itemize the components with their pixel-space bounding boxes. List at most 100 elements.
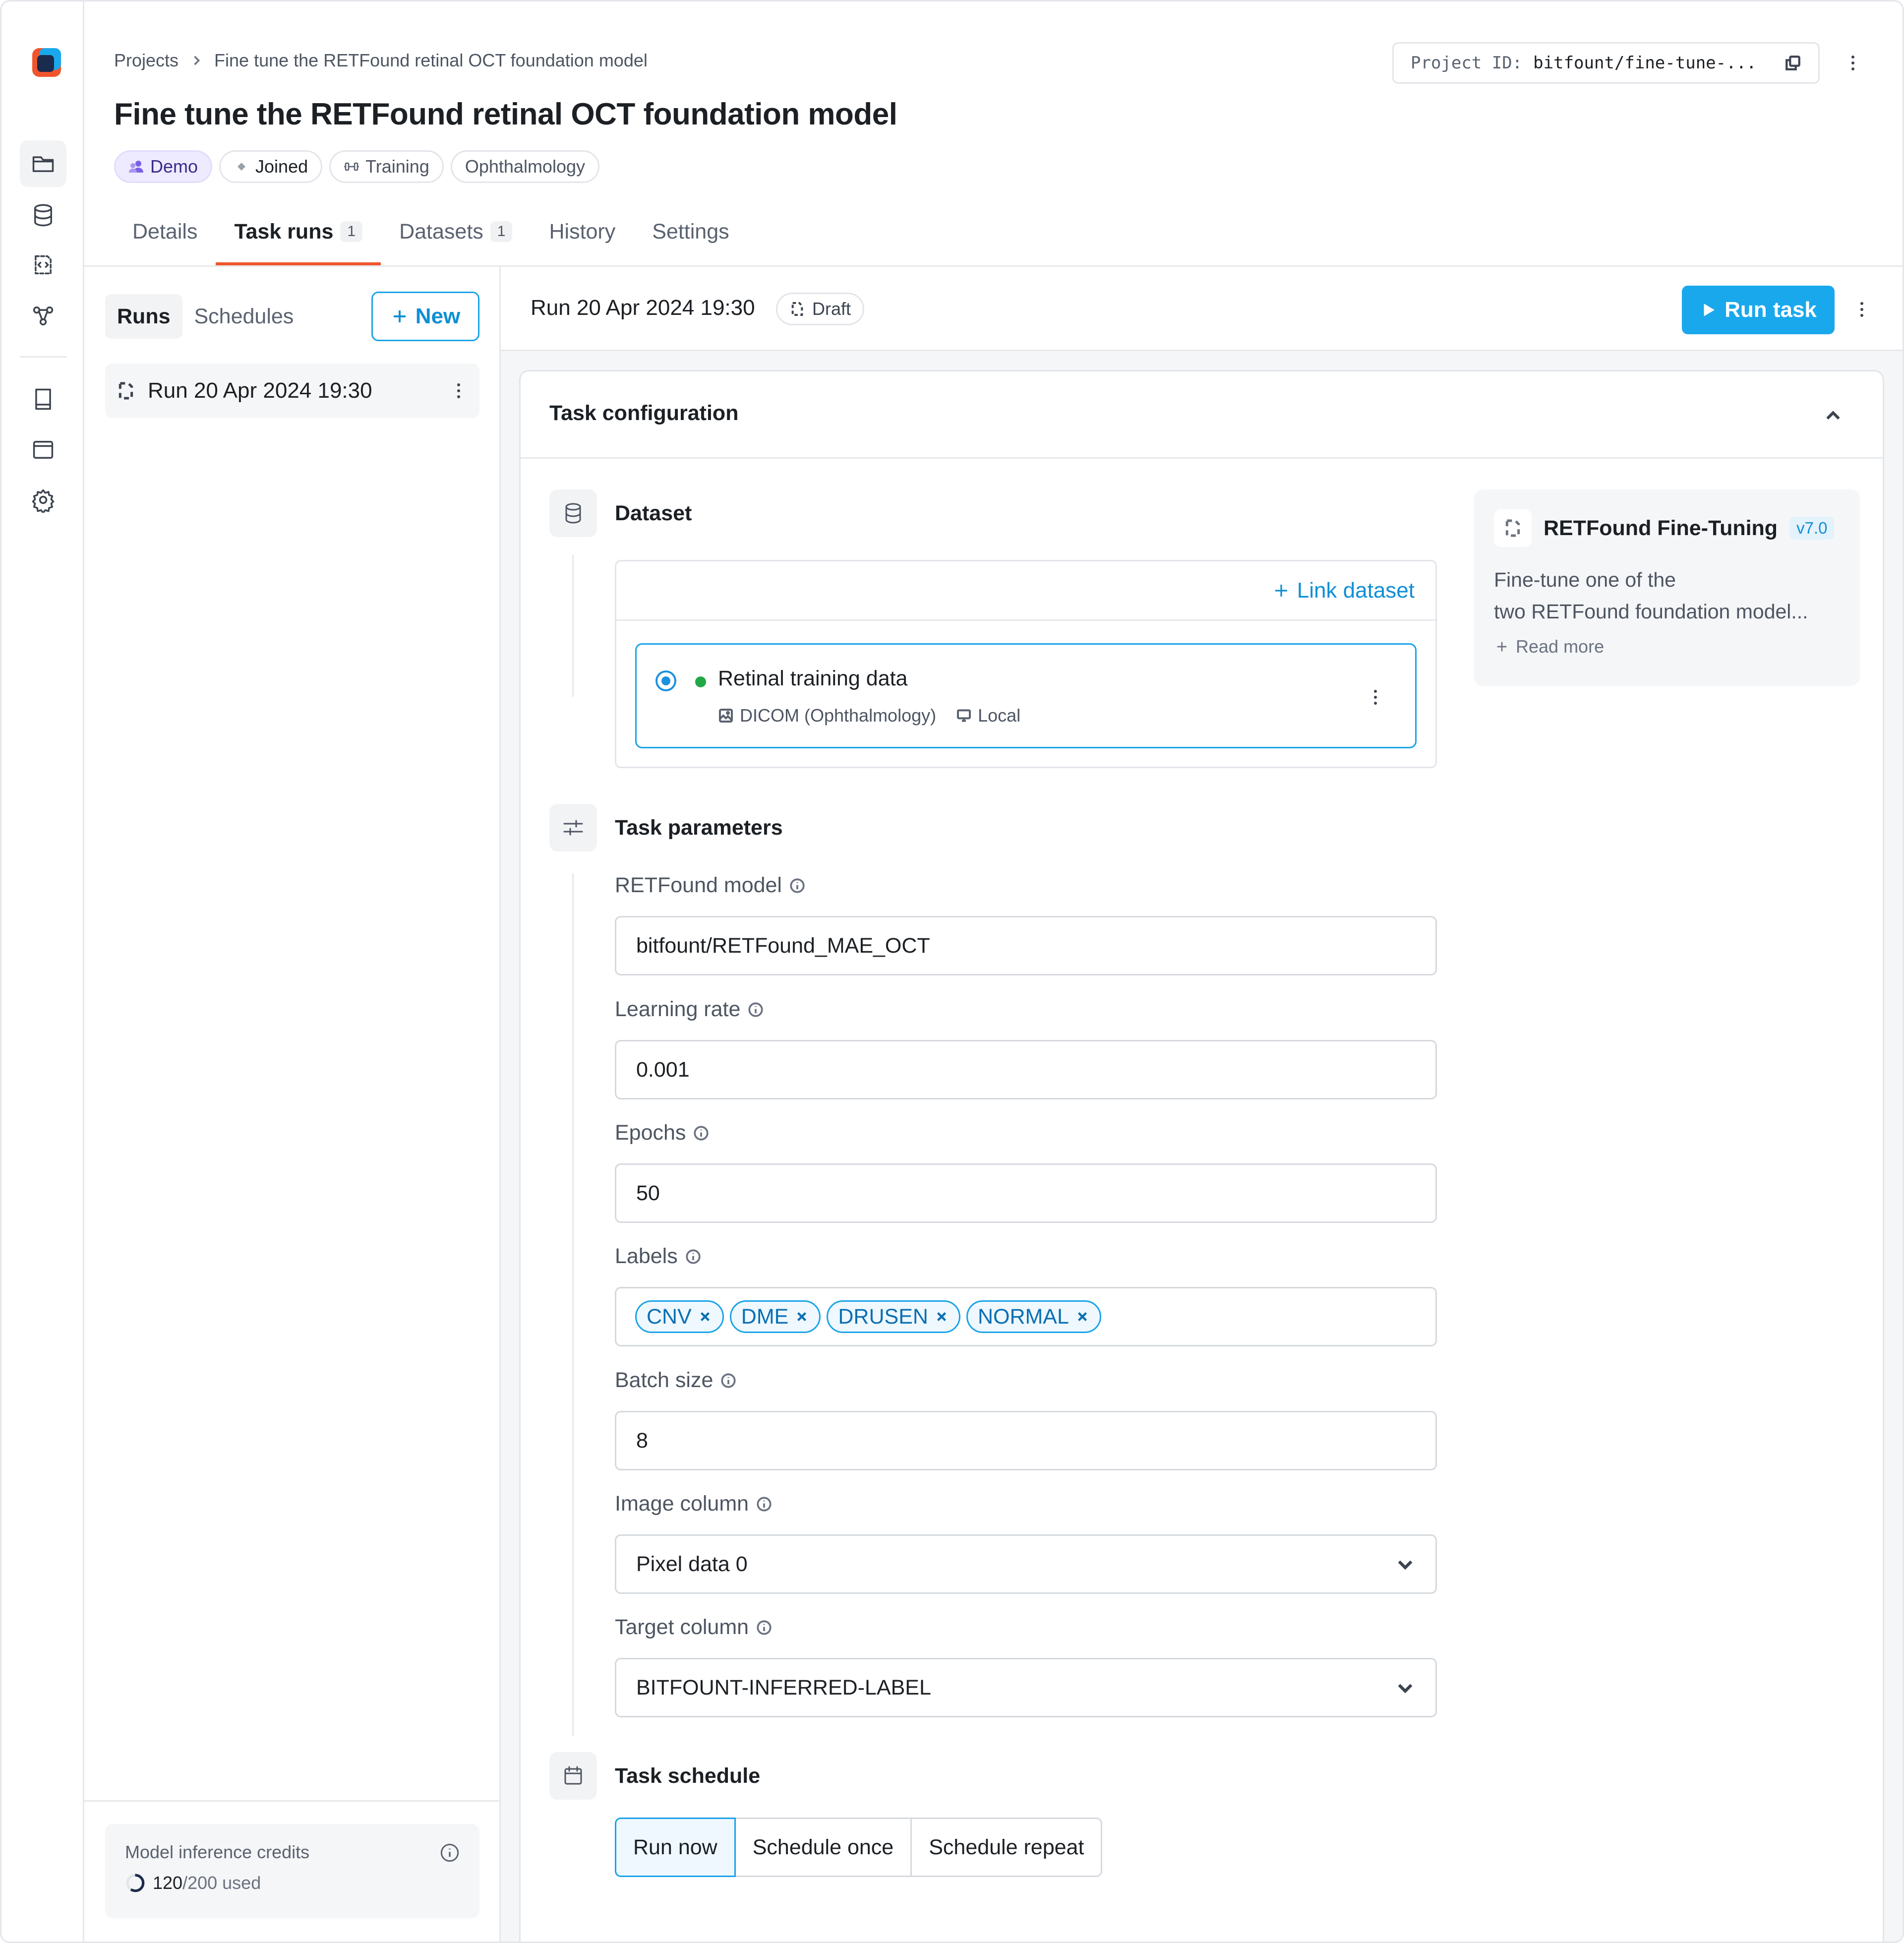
tasks-nav-button[interactable] (20, 242, 66, 288)
info-icon[interactable] (747, 1001, 764, 1018)
epochs-input[interactable]: 50 (615, 1163, 1437, 1223)
model-value: bitfount/RETFound_MAE_OCT (636, 933, 930, 958)
gear-icon (32, 489, 55, 513)
info-icon[interactable] (756, 1496, 773, 1513)
close-icon[interactable] (698, 1309, 713, 1324)
docs-nav-button[interactable] (20, 376, 66, 423)
tag-demo-label: Demo (150, 156, 198, 177)
model-input[interactable]: bitfount/RETFound_MAE_OCT (615, 916, 1437, 975)
tab-datasets[interactable]: Datasets 1 (381, 201, 531, 265)
dataset-meta: DICOM (Ophthalmology) Local (718, 705, 1020, 726)
browser-nav-button[interactable] (20, 426, 66, 473)
tab-task-runs[interactable]: Task runs 1 (216, 201, 381, 265)
tab-history[interactable]: History (531, 201, 634, 265)
breadcrumb-projects-link[interactable]: Projects (114, 50, 178, 71)
segment-runs[interactable]: Runs (105, 294, 182, 339)
image-column-field-label: Image column (615, 1492, 773, 1516)
project-header: Projects Fine tune the RETFound retinal … (84, 1, 1903, 267)
dataset-radio[interactable] (655, 670, 676, 691)
parameters-step-icon (549, 804, 597, 851)
run-task-button[interactable]: Run task (1682, 286, 1835, 334)
tag-joined: Joined (219, 150, 323, 183)
dataset-step-title: Dataset (615, 501, 692, 525)
new-run-button[interactable]: New (371, 292, 479, 341)
image-column-value: Pixel data 0 (636, 1552, 748, 1576)
rail-divider (20, 356, 66, 358)
copy-icon[interactable] (1785, 55, 1801, 71)
monitor-icon (957, 709, 971, 722)
credits-total-value: /200 used (182, 1873, 261, 1893)
info-icon[interactable] (789, 877, 806, 894)
dataset-type-label: DICOM (Ophthalmology) (740, 705, 937, 726)
label-chip-text: DRUSEN (838, 1304, 928, 1329)
users-icon (129, 161, 143, 173)
read-more-link[interactable]: Read more (1494, 636, 1840, 657)
image-column-select[interactable]: Pixel data 0 (615, 1534, 1437, 1594)
chevron-up-icon[interactable] (1823, 406, 1843, 426)
datasets-nav-button[interactable] (20, 192, 66, 239)
label-chip: NORMAL (966, 1300, 1101, 1333)
tab-settings-label: Settings (652, 219, 729, 243)
info-icon[interactable] (685, 1248, 702, 1265)
close-icon[interactable] (934, 1309, 949, 1324)
info-icon[interactable] (720, 1372, 737, 1389)
task-description-line: Fine-tune one of the (1494, 568, 1676, 591)
schedule-step-icon (549, 1752, 597, 1800)
task-configuration-header[interactable]: Task configuration (521, 371, 1883, 459)
run-more-button[interactable] (1852, 295, 1872, 324)
schedule-repeat-button[interactable]: Schedule repeat (910, 1818, 1103, 1877)
projects-nav-button[interactable] (20, 140, 66, 187)
tab-datasets-label: Datasets (399, 219, 483, 243)
task-info-card: RETFound Fine-Tuning v7.0 Fine-tune one … (1474, 489, 1860, 686)
chevron-right-icon (194, 56, 200, 65)
batch-size-input[interactable]: 8 (615, 1411, 1437, 1470)
dataset-more-button[interactable] (1366, 682, 1385, 712)
dataset-location-label: Local (978, 705, 1021, 726)
run-list-item[interactable]: Run 20 Apr 2024 19:30 (105, 364, 479, 418)
tab-settings[interactable]: Settings (634, 201, 747, 265)
close-icon[interactable] (1075, 1309, 1090, 1324)
credits-usage: 120/200 used (125, 1873, 460, 1893)
labels-multiselect[interactable]: CNV DME DRUSEN NORMAL (615, 1287, 1437, 1346)
tab-task-runs-label: Task runs (234, 219, 334, 243)
credits-progress-ring (126, 1874, 145, 1892)
batch-value: 8 (636, 1428, 648, 1453)
tab-details[interactable]: Details (114, 201, 216, 265)
run-item-more-button[interactable] (449, 376, 469, 406)
segment-schedules[interactable]: Schedules (182, 294, 306, 339)
dataset-row[interactable]: Retinal training data DICOM (Ophthalmolo… (635, 643, 1417, 748)
close-icon[interactable] (794, 1309, 809, 1324)
app-window: Projects Fine tune the RETFound retinal … (0, 0, 1904, 1943)
models-nav-button[interactable] (20, 292, 66, 339)
tab-task-runs-count: 1 (340, 221, 363, 242)
project-more-button[interactable] (1843, 48, 1863, 78)
window-icon (33, 441, 54, 459)
dataset-type: DICOM (Ophthalmology) (718, 705, 936, 726)
bitfount-logo-icon[interactable] (30, 46, 63, 79)
label-chip-text: CNV (647, 1304, 692, 1329)
step-connector (572, 873, 574, 1736)
runs-panel: Runs Schedules New Run 20 Apr 2024 19:30… (84, 267, 501, 1942)
tab-details-label: Details (132, 219, 198, 243)
plus-icon (393, 310, 406, 322)
folder-icon (32, 156, 54, 172)
breadcrumb-current: Fine tune the RETFound retinal OCT found… (214, 50, 648, 70)
credits-label: Model inference credits (125, 1842, 310, 1862)
settings-nav-button[interactable] (20, 477, 66, 523)
run-detail: Run 20 Apr 2024 19:30 Draft Run task Tas… (501, 267, 1903, 1942)
task-version-badge: v7.0 (1789, 517, 1835, 540)
learning-rate-input[interactable]: 0.001 (615, 1040, 1437, 1099)
target-column-field-label: Target column (615, 1615, 773, 1639)
tab-datasets-count: 1 (490, 221, 513, 242)
info-icon[interactable] (756, 1619, 773, 1636)
target-column-select[interactable]: BITFOUNT-INFERRED-LABEL (615, 1658, 1437, 1717)
tag-training-label: Training (365, 156, 429, 177)
info-icon[interactable] (693, 1125, 710, 1142)
step-connector (572, 555, 574, 697)
target-column-value: BITFOUNT-INFERRED-LABEL (636, 1675, 931, 1700)
info-icon[interactable] (440, 1843, 460, 1863)
schedule-run-now-button[interactable]: Run now (615, 1818, 736, 1877)
schedule-once-button[interactable]: Schedule once (734, 1818, 912, 1877)
link-dataset-button[interactable]: Link dataset (1272, 578, 1415, 603)
runs-segment-control: Runs Schedules (105, 294, 305, 339)
